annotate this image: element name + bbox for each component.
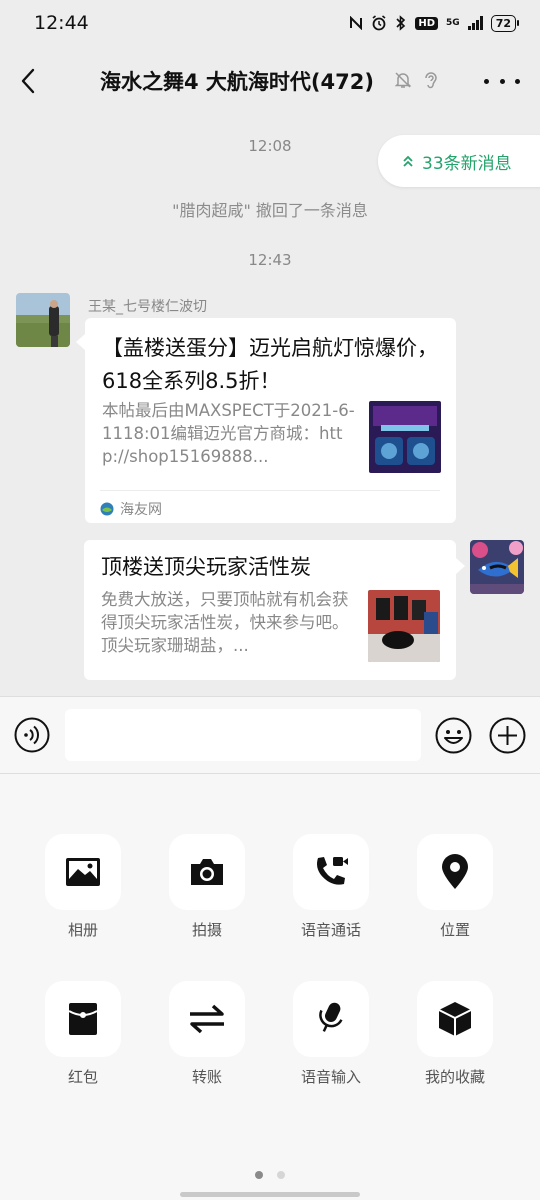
card-1-title: 【盖楼送蛋分】迈光启航灯惊爆价，618全系列8.5折！ bbox=[102, 336, 438, 393]
camera-icon bbox=[191, 859, 223, 885]
tool-photo-album[interactable]: 相册 bbox=[45, 834, 121, 940]
timestamp-2: 12:43 bbox=[248, 251, 292, 269]
tool-label: 语音通话 bbox=[300, 921, 361, 939]
sender-name: 王某_七号楼仁波切 bbox=[88, 299, 207, 315]
message-input[interactable] bbox=[65, 709, 421, 761]
link-card-1[interactable]: 【盖楼送蛋分】迈光启航灯惊爆价，618全系列8.5折！ 本帖最后由MAXSPEC… bbox=[85, 318, 456, 523]
emoji-button[interactable] bbox=[435, 717, 472, 754]
voice-call-icon bbox=[317, 857, 348, 885]
status-time: 12:44 bbox=[34, 12, 89, 34]
status-bar: 12:44 HD 5G 72 bbox=[0, 0, 540, 46]
site-logo-icon bbox=[100, 502, 114, 516]
card-divider bbox=[100, 490, 440, 491]
card-1-thumbnail bbox=[369, 401, 441, 473]
tool-red-packet[interactable]: 红包 bbox=[45, 981, 121, 1087]
recall-notice: "腊肉超咸" 撤回了一条消息 bbox=[172, 201, 368, 220]
nfc-icon bbox=[350, 16, 363, 30]
sender-avatar[interactable] bbox=[16, 293, 70, 347]
signal-icon bbox=[467, 16, 483, 30]
favorites-icon bbox=[438, 1002, 472, 1036]
alarm-icon bbox=[372, 15, 386, 31]
tool-voice-input[interactable]: 语音输入 bbox=[293, 981, 369, 1087]
location-icon bbox=[442, 854, 468, 889]
card-2-description: 免费大放送，只要顶帖就有机会获得顶尖玩家活性炭，快来参与吧。顶尖玩家珊瑚盐，..… bbox=[101, 590, 349, 655]
voice-input-icon bbox=[319, 1002, 343, 1032]
earpiece-mode-icon bbox=[425, 72, 437, 89]
back-button[interactable] bbox=[14, 63, 42, 99]
tool-transfer[interactable]: 转账 bbox=[169, 981, 245, 1087]
mute-notifications-icon bbox=[394, 72, 412, 88]
photo-album-icon bbox=[66, 858, 100, 886]
home-indicator bbox=[180, 1192, 360, 1197]
tool-label: 红包 bbox=[67, 1068, 98, 1086]
tool-label: 语音输入 bbox=[300, 1068, 361, 1086]
new-messages-label: 33条新消息 bbox=[422, 153, 512, 174]
card-1-source: 海友网 bbox=[100, 499, 162, 519]
tool-label: 位置 bbox=[439, 921, 470, 939]
more-functions-button[interactable] bbox=[489, 717, 526, 754]
tool-label: 相册 bbox=[67, 921, 98, 939]
input-bar bbox=[0, 696, 540, 774]
page-indicator-dot bbox=[277, 1171, 285, 1179]
tool-location[interactable]: 位置 bbox=[417, 834, 493, 940]
tool-label: 转账 bbox=[191, 1068, 222, 1086]
bubble-tail bbox=[76, 334, 85, 350]
chevron-left-icon bbox=[21, 68, 35, 94]
link-card-2[interactable]: 顶楼送顶尖玩家活性炭 免费大放送，只要顶帖就有机会获得顶尖玩家活性炭，快来参与吧… bbox=[84, 540, 456, 680]
card-2-thumbnail bbox=[368, 590, 440, 662]
tool-camera[interactable]: 拍摄 bbox=[169, 834, 245, 940]
more-options-button[interactable] bbox=[484, 68, 520, 94]
page-indicator-dot-active bbox=[255, 1171, 263, 1179]
transfer-icon bbox=[190, 1004, 224, 1034]
red-packet-icon bbox=[68, 1003, 98, 1035]
status-icons: HD 5G 72 bbox=[349, 12, 520, 34]
card-1-description: 本帖最后由MAXSPECT于2021-6-1118:01编辑迈光官方商城：htt… bbox=[102, 401, 355, 466]
card-2-title: 顶楼送顶尖玩家活性炭 bbox=[101, 555, 311, 579]
network-type: 5G bbox=[446, 18, 460, 28]
my-avatar[interactable] bbox=[470, 540, 524, 594]
bubble-tail bbox=[456, 558, 465, 574]
hd-badge: HD bbox=[415, 16, 439, 30]
chat-title: 海水之舞4 大航海时代(472) bbox=[100, 70, 374, 94]
double-chevron-up-icon bbox=[403, 155, 413, 167]
card-1-source-label: 海友网 bbox=[120, 502, 162, 518]
chat-header: 海水之舞4 大航海时代(472) bbox=[0, 46, 540, 116]
tool-favorites[interactable]: 我的收藏 bbox=[417, 981, 493, 1087]
function-panel: 相册 拍摄 语音通话 位置 红包 转账 语音输入 我的收藏 bbox=[0, 774, 540, 1200]
battery-icon: 72 bbox=[490, 14, 520, 32]
voice-mode-button[interactable] bbox=[14, 717, 50, 753]
bluetooth-icon bbox=[396, 15, 406, 31]
tool-voice-call[interactable]: 语音通话 bbox=[293, 834, 369, 940]
tool-label: 我的收藏 bbox=[424, 1068, 485, 1086]
tool-label: 拍摄 bbox=[191, 921, 222, 939]
new-messages-button[interactable]: 33条新消息 bbox=[378, 135, 540, 187]
